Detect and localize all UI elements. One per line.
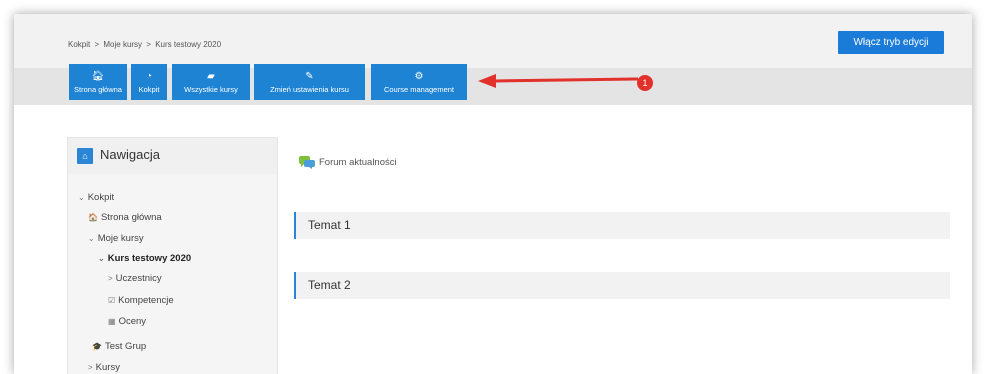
nav-item-label: Kursy bbox=[95, 362, 120, 373]
breadcrumb-item-kokpit[interactable]: Kokpit bbox=[68, 40, 90, 49]
navigation-block: ⌂ Nawigacja ⌄ Kokpit 🏠 Strona główna ⌄ Moje… bbox=[67, 137, 278, 374]
dashboard-button-label: Kokpit bbox=[138, 84, 160, 94]
nav-item-courses[interactable]: > Kursy bbox=[88, 362, 120, 373]
chevron-right-icon: > bbox=[88, 363, 93, 372]
course-management-button[interactable]: ⚙ Course management bbox=[371, 64, 467, 100]
breadcrumb-item-current-course[interactable]: Kurs testowy 2020 bbox=[155, 40, 221, 49]
graduation-cap-icon: 🎓 bbox=[92, 342, 102, 351]
nav-item-grades[interactable]: ▦ Oceny bbox=[108, 316, 146, 327]
all-courses-button[interactable]: ▰ Wszystkie kursy bbox=[172, 64, 250, 100]
edit-mode-button[interactable]: Włącz tryb edycji bbox=[838, 31, 944, 54]
forum-icon bbox=[299, 156, 315, 169]
nav-item-label: Kokpit bbox=[87, 192, 115, 203]
nav-item-label: Uczestnicy bbox=[115, 273, 162, 284]
course-settings-button[interactable]: ✎ Zmień ustawienia kursu bbox=[254, 64, 365, 100]
course-settings-button-label: Zmień ustawienia kursu bbox=[270, 84, 349, 94]
nav-item-label: Oceny bbox=[118, 316, 147, 327]
callout-badge: 1 bbox=[637, 75, 653, 91]
page-header: Kokpit > Moje kursy > Kurs testowy 2020 … bbox=[14, 14, 972, 68]
section-title: Temat 2 bbox=[308, 278, 351, 292]
nav-item-label: Kurs testowy 2020 bbox=[107, 253, 192, 264]
cogs-icon: ⚙ bbox=[414, 70, 424, 82]
breadcrumb-separator: > bbox=[94, 40, 100, 49]
nav-item-my-courses[interactable]: ⌄ Moje kursy bbox=[88, 233, 144, 244]
checkbox-icon: ☑ bbox=[108, 296, 116, 305]
table-icon: ▦ bbox=[108, 317, 116, 326]
all-courses-button-label: Wszystkie kursy bbox=[184, 84, 238, 94]
nav-item-label: Strona główna bbox=[100, 212, 162, 223]
forum-link[interactable]: Forum aktualności bbox=[299, 156, 397, 169]
breadcrumb-item-moje-kursy[interactable]: Moje kursy bbox=[103, 40, 142, 49]
course-management-button-label: Course management bbox=[383, 84, 455, 94]
nav-item-label: Test Grup bbox=[104, 341, 147, 352]
home-button-label: Strona główna bbox=[74, 84, 122, 94]
section-title: Temat 1 bbox=[308, 218, 351, 232]
nav-item-test-group[interactable]: 🎓 Test Grup bbox=[92, 341, 146, 352]
breadcrumb-separator: > bbox=[146, 40, 151, 49]
edit-icon: ✎ bbox=[305, 70, 314, 82]
chevron-down-icon: ⌄ bbox=[78, 193, 85, 202]
home-icon: 🏠︎ bbox=[91, 70, 105, 82]
forum-label: Forum aktualności bbox=[319, 157, 397, 168]
book-icon: ▰ bbox=[207, 70, 215, 82]
home-button[interactable]: 🏠︎ Strona główna bbox=[69, 64, 127, 100]
callout-arrow bbox=[478, 74, 639, 88]
nav-item-kokpit[interactable]: ⌄ Kokpit bbox=[78, 192, 114, 203]
browser-frame: Kokpit > Moje kursy > Kurs testowy 2020 … bbox=[14, 14, 972, 374]
chevron-down-icon: ⌄ bbox=[88, 234, 95, 243]
nav-item-participants[interactable]: > Uczestnicy bbox=[108, 273, 162, 284]
home-icon: 🏠 bbox=[88, 213, 98, 222]
dashboard-icon: ◔ bbox=[145, 70, 153, 82]
chevron-right-icon: > bbox=[108, 274, 113, 283]
chevron-down-icon: ⌄ bbox=[98, 254, 105, 263]
breadcrumb: Kokpit > Moje kursy > Kurs testowy 2020 bbox=[68, 40, 223, 49]
navigation-header: ⌂ Nawigacja bbox=[68, 138, 277, 174]
nav-item-home[interactable]: 🏠 Strona główna bbox=[88, 212, 162, 223]
section-topic-2: Temat 2 bbox=[294, 272, 950, 299]
navigation-title: Nawigacja bbox=[100, 147, 160, 162]
nav-item-label: Moje kursy bbox=[97, 233, 144, 244]
dashboard-button[interactable]: ◔ Kokpit bbox=[131, 64, 167, 100]
sitemap-icon: ⌂ bbox=[77, 148, 93, 164]
nav-item-label: Kompetencje bbox=[118, 295, 174, 306]
nav-item-current-course[interactable]: ⌄ Kurs testowy 2020 bbox=[98, 253, 191, 264]
section-topic-1: Temat 1 bbox=[294, 212, 950, 239]
nav-item-competencies[interactable]: ☑ Kompetencje bbox=[108, 295, 174, 306]
